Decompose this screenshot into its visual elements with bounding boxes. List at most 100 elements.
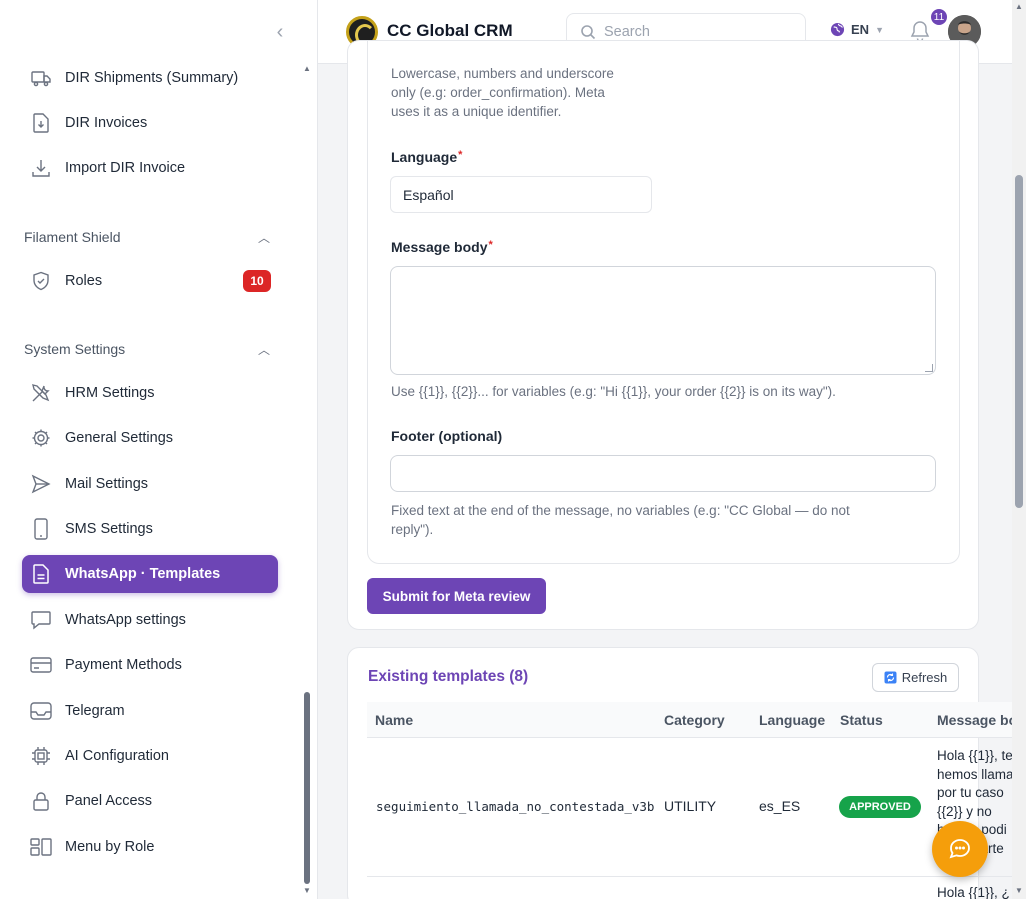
sidebar-item-roles[interactable]: Roles 10 <box>22 262 278 300</box>
column-header-message-body[interactable]: Message bo <box>937 712 1012 728</box>
refresh-icon <box>884 671 897 684</box>
required-marker: * <box>458 149 463 161</box>
group-title: System Settings <box>24 341 126 357</box>
group-header-system-settings[interactable]: System Settings ︿ <box>24 338 274 360</box>
language-select-value: Español <box>403 186 454 203</box>
sidebar-item-label: DIR Invoices <box>65 115 148 131</box>
sidebar-item-menu-by-role[interactable]: Menu by Role <box>22 828 278 866</box>
column-header-status[interactable]: Status <box>840 712 883 728</box>
sidebar-item-import-dir-invoice[interactable]: Import DIR Invoice <box>22 149 278 187</box>
sidebar-item-label: Telegram <box>65 703 125 719</box>
message-line: Hola {{1}}, te <box>937 748 1012 763</box>
template-name-cell: seguimiento_llamada_no_contestada_v3b <box>376 799 655 814</box>
squares-icon <box>30 836 52 858</box>
name-help-line-1: Lowercase, numbers and underscore <box>391 66 614 81</box>
footer-label: Footer (optional) <box>391 428 503 444</box>
sidebar-item-label: Roles <box>65 273 103 289</box>
sidebar-item-whatsapp-templates[interactable]: WhatsApp · Templates <box>22 555 278 593</box>
sidebar-item-sms-settings[interactable]: SMS Settings <box>22 510 278 548</box>
chat-bubble-icon <box>30 609 52 631</box>
wrench-screwdriver-icon <box>30 382 52 404</box>
message-body-help: Use {{1}}, {{2}}... for variables (e.g: … <box>391 384 836 399</box>
group-title: Filament Shield <box>24 229 121 245</box>
chevron-down-icon: ▼ <box>875 24 884 35</box>
lock-icon <box>30 790 52 812</box>
search-input[interactable] <box>604 23 774 40</box>
column-header-language[interactable]: Language <box>759 712 825 728</box>
sidebar-item-general-settings[interactable]: General Settings <box>22 419 278 457</box>
sidebar-item-label: SMS Settings <box>65 521 153 537</box>
column-header-name[interactable]: Name <box>375 712 413 728</box>
resize-handle-icon[interactable] <box>925 364 933 372</box>
name-help-line-3: uses it as a unique identifier. <box>391 104 562 119</box>
sidebar-item-payment-methods[interactable]: Payment Methods <box>22 646 278 684</box>
document-download-icon <box>30 112 52 134</box>
chevron-up-icon: ︿ <box>257 230 270 245</box>
name-help-line-2: only (e.g: order_confirmation). Meta <box>391 85 605 100</box>
sidebar-item-dir-shipments[interactable]: DIR Shipments (Summary) <box>22 59 278 97</box>
message-line: por tu caso <box>937 785 1004 800</box>
sidebar-item-label: WhatsApp settings <box>65 612 186 628</box>
sidebar: ‹ DIR Shipments (Summary) DIR Invoices I… <box>0 0 318 899</box>
cpu-chip-icon <box>30 745 52 767</box>
message-body-textarea[interactable] <box>390 266 936 375</box>
required-marker: * <box>488 239 493 251</box>
cog-icon <box>30 427 52 449</box>
collapse-sidebar-button[interactable]: ‹ <box>270 20 290 44</box>
status-badge: APPROVED <box>839 796 921 818</box>
chat-button[interactable] <box>932 821 988 877</box>
sidebar-item-label: AI Configuration <box>65 748 169 764</box>
truck-icon <box>30 67 52 89</box>
language-select[interactable]: Español <box>390 176 652 213</box>
language-label: Language* <box>391 149 462 165</box>
sidebar-scroll-down-arrow[interactable]: ▼ <box>302 886 312 895</box>
sidebar-item-label: WhatsApp · Templates <box>65 566 221 582</box>
column-header-category[interactable]: Category <box>664 712 725 728</box>
roles-count-badge: 10 <box>243 270 271 292</box>
message-body-label-text: Message body <box>391 239 488 255</box>
template-category-cell: UTILITY <box>664 798 717 814</box>
main-scrollbar-thumb[interactable] <box>1015 175 1023 508</box>
template-language-cell: es_ES <box>759 798 801 814</box>
refresh-button[interactable]: Refresh <box>872 663 959 692</box>
sidebar-item-panel-access[interactable]: Panel Access <box>22 782 278 820</box>
chevron-up-icon: ︿ <box>257 342 270 357</box>
language-switcher[interactable]: EN ▼ <box>830 22 884 37</box>
language-label-text: Language <box>391 149 458 165</box>
sidebar-item-dir-invoices[interactable]: DIR Invoices <box>22 104 278 142</box>
sidebar-item-label: General Settings <box>65 430 174 446</box>
download-icon <box>30 157 52 179</box>
sidebar-item-label: Import DIR Invoice <box>65 160 186 176</box>
row-divider <box>367 876 1012 877</box>
main-scroll-up-arrow[interactable]: ▲ <box>1014 2 1024 11</box>
credit-card-icon <box>30 654 52 676</box>
language-code: EN <box>851 22 870 37</box>
footer-input[interactable] <box>390 455 936 492</box>
sidebar-item-mail-settings[interactable]: Mail Settings <box>22 465 278 503</box>
chat-icon <box>948 837 972 861</box>
sidebar-item-whatsapp-settings[interactable]: WhatsApp settings <box>22 601 278 639</box>
sidebar-item-hrm-settings[interactable]: HRM Settings <box>22 374 278 412</box>
sidebar-scrollbar-thumb[interactable] <box>304 692 310 884</box>
document-text-icon <box>30 563 52 585</box>
sidebar-item-ai-configuration[interactable]: AI Configuration <box>22 737 278 775</box>
app-title: CC Global CRM <box>387 21 513 40</box>
sidebar-item-label: Mail Settings <box>65 476 149 492</box>
sidebar-item-label: DIR Shipments (Summary) <box>65 70 239 86</box>
sidebar-scroll-up-arrow[interactable]: ▲ <box>302 64 312 73</box>
main-scroll-down-arrow[interactable]: ▼ <box>1014 886 1024 895</box>
sidebar-item-label: Menu by Role <box>65 839 155 855</box>
shield-check-icon <box>30 270 52 292</box>
existing-templates-title: Existing templates (8) <box>368 668 529 685</box>
template-message-cell: Hola {{1}}, ¿ <box>937 885 1010 899</box>
submit-for-review-button[interactable]: Submit for Meta review <box>367 578 546 614</box>
sidebar-item-telegram[interactable]: Telegram <box>22 692 278 730</box>
message-line: hemos llama <box>937 766 1012 782</box>
sidebar-item-label: Payment Methods <box>65 657 182 673</box>
group-header-filament-shield[interactable]: Filament Shield ︿ <box>24 226 274 248</box>
device-phone-icon <box>30 518 52 540</box>
search-icon <box>580 24 596 40</box>
message-line: {{2}} y no <box>937 803 992 819</box>
paper-airplane-icon <box>30 473 52 495</box>
message-body-label: Message body* <box>391 239 493 255</box>
